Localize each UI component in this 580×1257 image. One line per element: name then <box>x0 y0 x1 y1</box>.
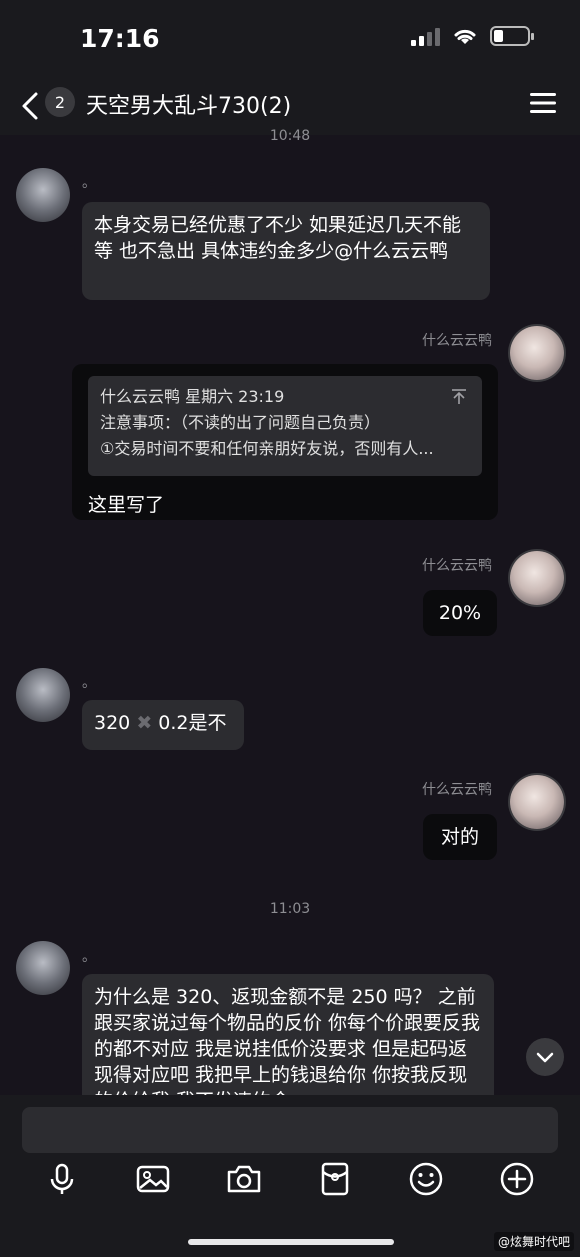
message-text: 对的 <box>440 826 479 848</box>
quote-header: 什么云云鸭 星期六 23:19 <box>100 387 285 406</box>
message-text: 为什么是 320、返现金额不是 250 吗？ 之前跟买家说过每个物品的反价 你每… <box>94 986 481 1112</box>
unread-badge: 2 <box>45 87 75 117</box>
input-area <box>0 1095 580 1257</box>
plus-icon[interactable] <box>497 1159 537 1199</box>
sender-name: 。 <box>82 675 96 691</box>
scroll-down-button[interactable] <box>526 1038 564 1076</box>
avatar[interactable] <box>510 551 564 605</box>
camera-icon[interactable] <box>224 1159 264 1199</box>
home-indicator <box>188 1239 394 1245</box>
sender-name: 什么云云鸭 <box>422 558 492 574</box>
sender-name: 什么云云鸭 <box>422 782 492 798</box>
message-bubble[interactable]: 20% <box>423 590 497 636</box>
message-bubble[interactable]: 320 ✖ 0.2是不 <box>82 700 244 750</box>
avatar[interactable] <box>510 326 564 380</box>
quote-line: ①交易时间不要和任何亲朋好友说，否则有人... <box>100 439 434 458</box>
sender-name: 。 <box>82 175 96 191</box>
chat-header: 2 天空男大乱斗730(2) <box>0 78 580 135</box>
message-text: 320 <box>94 712 131 734</box>
message-bubble[interactable]: 本身交易已经优惠了不少 如果延迟几天不能等 也不急出 具体违约金多少@什么云云鸭 <box>82 202 490 300</box>
avatar[interactable] <box>16 941 70 995</box>
avatar[interactable] <box>16 168 70 222</box>
time-separator: 11:03 <box>269 901 311 917</box>
message-text: 20% <box>438 602 482 624</box>
message-bubble[interactable]: 对的 <box>423 814 497 860</box>
chat-title[interactable]: 天空男大乱斗730(2) <box>86 88 291 120</box>
avatar[interactable] <box>16 668 70 722</box>
message-text: 这里写了 <box>88 494 165 516</box>
message-text: 0.2是不 <box>158 712 227 734</box>
avatar[interactable] <box>510 775 564 829</box>
message-text: 本身交易已经优惠了不少 如果延迟几天不能等 也不急出 具体违约金多少@什么云云鸭 <box>94 214 462 262</box>
status-time: 17:16 <box>80 24 160 53</box>
quoted-message[interactable]: 什么云云鸭 星期六 23:19 注意事项：（不读的出了问题自己负责） ①交易时间… <box>88 376 482 476</box>
time-separator: 10:48 <box>269 128 311 144</box>
microphone-icon[interactable] <box>42 1159 82 1199</box>
status-icons <box>411 26 534 46</box>
watermark: @炫舞时代吧 <box>493 1232 574 1251</box>
status-bar: 17:16 <box>0 0 580 78</box>
quote-line: 注意事项：（不读的出了问题自己负责） <box>100 413 381 432</box>
wifi-icon <box>454 29 476 44</box>
emoji-icon[interactable] <box>406 1159 446 1199</box>
multiply-icon: ✖ <box>136 712 153 734</box>
signal-icon <box>411 26 440 46</box>
battery-icon <box>490 26 534 46</box>
chevron-down-icon <box>536 1052 554 1063</box>
image-icon[interactable] <box>133 1159 173 1199</box>
message-input[interactable] <box>22 1107 558 1153</box>
back-icon[interactable] <box>16 86 44 126</box>
red-packet-icon[interactable] <box>315 1159 355 1199</box>
sender-name: 什么云云鸭 <box>422 333 492 349</box>
sender-name: 。 <box>82 949 96 965</box>
scroll-to-quote-icon[interactable] <box>450 388 468 406</box>
menu-icon[interactable] <box>530 92 556 114</box>
